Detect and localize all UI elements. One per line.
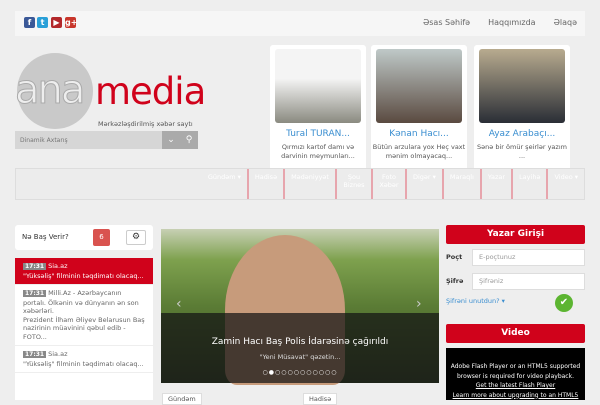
gear-icon[interactable]: ⚙ [126, 230, 146, 245]
nav-about-link[interactable]: Haqqımızda [488, 18, 536, 27]
slider-dot[interactable]: ○ [331, 369, 337, 376]
nav-item[interactable]: Hadisə [246, 169, 283, 199]
twitter-icon[interactable]: t [37, 17, 48, 28]
list-item[interactable]: 17:31 Sia.az "Yüksəliş" filminin təqdimatı… [15, 258, 153, 285]
chevron-left-icon[interactable]: ‹ [176, 296, 182, 312]
forgot-password-link[interactable]: Şifrəni unutdun? ▾ [446, 297, 505, 305]
author-photo [479, 49, 565, 123]
category-tag[interactable]: Hadisə [303, 393, 338, 405]
slider-dots: ○●○○○○○○○○○○ [161, 369, 439, 376]
author-photo [275, 49, 361, 123]
search-icon[interactable]: ⚲ [180, 131, 198, 149]
nav-item[interactable]: Yazar [479, 169, 511, 199]
search-bar: ⌄ ⚲ [15, 131, 198, 149]
login-header: Yazar Girişi [446, 225, 585, 244]
chevron-right-icon[interactable]: › [416, 296, 422, 312]
news-feed: 17:31 Sia.az "Yüksəliş" filminin təqdimatı… [15, 258, 153, 400]
nav-item[interactable]: Şou Biznes [334, 169, 371, 199]
nav-home-link[interactable]: Əsas Səhifə [423, 18, 470, 27]
html5-link[interactable]: Learn more about upgrading to an HTML5 [446, 391, 585, 401]
nav-item[interactable]: Layihə [511, 169, 546, 199]
whats-up-box: Nə Baş Verir? 6 ⚙ [15, 225, 153, 250]
email-field[interactable]: E-poçtunuz [472, 249, 585, 266]
nav-item[interactable]: Video ▾ [546, 169, 584, 199]
video-player[interactable]: Adobe Flash Player or an HTML5 supported… [446, 348, 585, 400]
list-item[interactable]: 17:31 Sia.az "Yüksəliş" filminin təqdimatı… [15, 346, 153, 373]
author-card[interactable]: Kənan Hacı... Bütün arzulara yox Heç vax… [371, 45, 467, 172]
nav-contact-link[interactable]: Əlaqə [554, 18, 577, 27]
author-photo [376, 49, 462, 123]
nav-item[interactable]: Digər ▾ [404, 169, 442, 199]
youtube-icon[interactable]: ▶ [51, 17, 62, 28]
top-bar: f t ▶ g+ Əsas Səhifə Haqqımızda Əlaqə [15, 11, 585, 36]
facebook-icon[interactable]: f [24, 17, 35, 28]
nav-item[interactable]: Maraqlı [441, 169, 480, 199]
slide-caption[interactable]: Zamin Hacı Baş Polis İdarəsinə çağırıldı… [161, 313, 439, 383]
flash-link[interactable]: Get the latest Flash Player [446, 381, 585, 391]
chevron-down-icon[interactable]: ⌄ [162, 131, 180, 149]
password-field[interactable]: Şifrəniz [472, 273, 585, 290]
check-submit-icon[interactable]: ✔ [555, 294, 573, 312]
main-nav: Gündəm ▾ Hadisə Mədəniyyət Şou Biznes Fo… [15, 168, 585, 200]
google-plus-icon[interactable]: g+ [65, 17, 77, 28]
author-card[interactable]: Tural TURAN... Qırmızı kartof damı və da… [270, 45, 366, 172]
author-card[interactable]: Ayaz Arabaçı... Sənə bir ömür şeirlər ya… [474, 45, 570, 172]
video-header: Video [446, 324, 585, 343]
count-badge: 6 [93, 229, 110, 246]
nav-item[interactable]: Mədəniyyət [283, 169, 335, 199]
nav-item[interactable]: Foto Xəbər [370, 169, 405, 199]
site-logo[interactable]: ana media Mərkəzləşdirilmiş xəbər saytı [14, 45, 206, 137]
category-tag[interactable]: Gündəm [162, 393, 202, 405]
list-item[interactable]: 17:31 Milli.Az - Azərbaycanın portalı. Öl… [15, 285, 153, 346]
nav-item[interactable]: Gündəm ▾ [202, 169, 247, 199]
search-input[interactable] [15, 131, 162, 149]
